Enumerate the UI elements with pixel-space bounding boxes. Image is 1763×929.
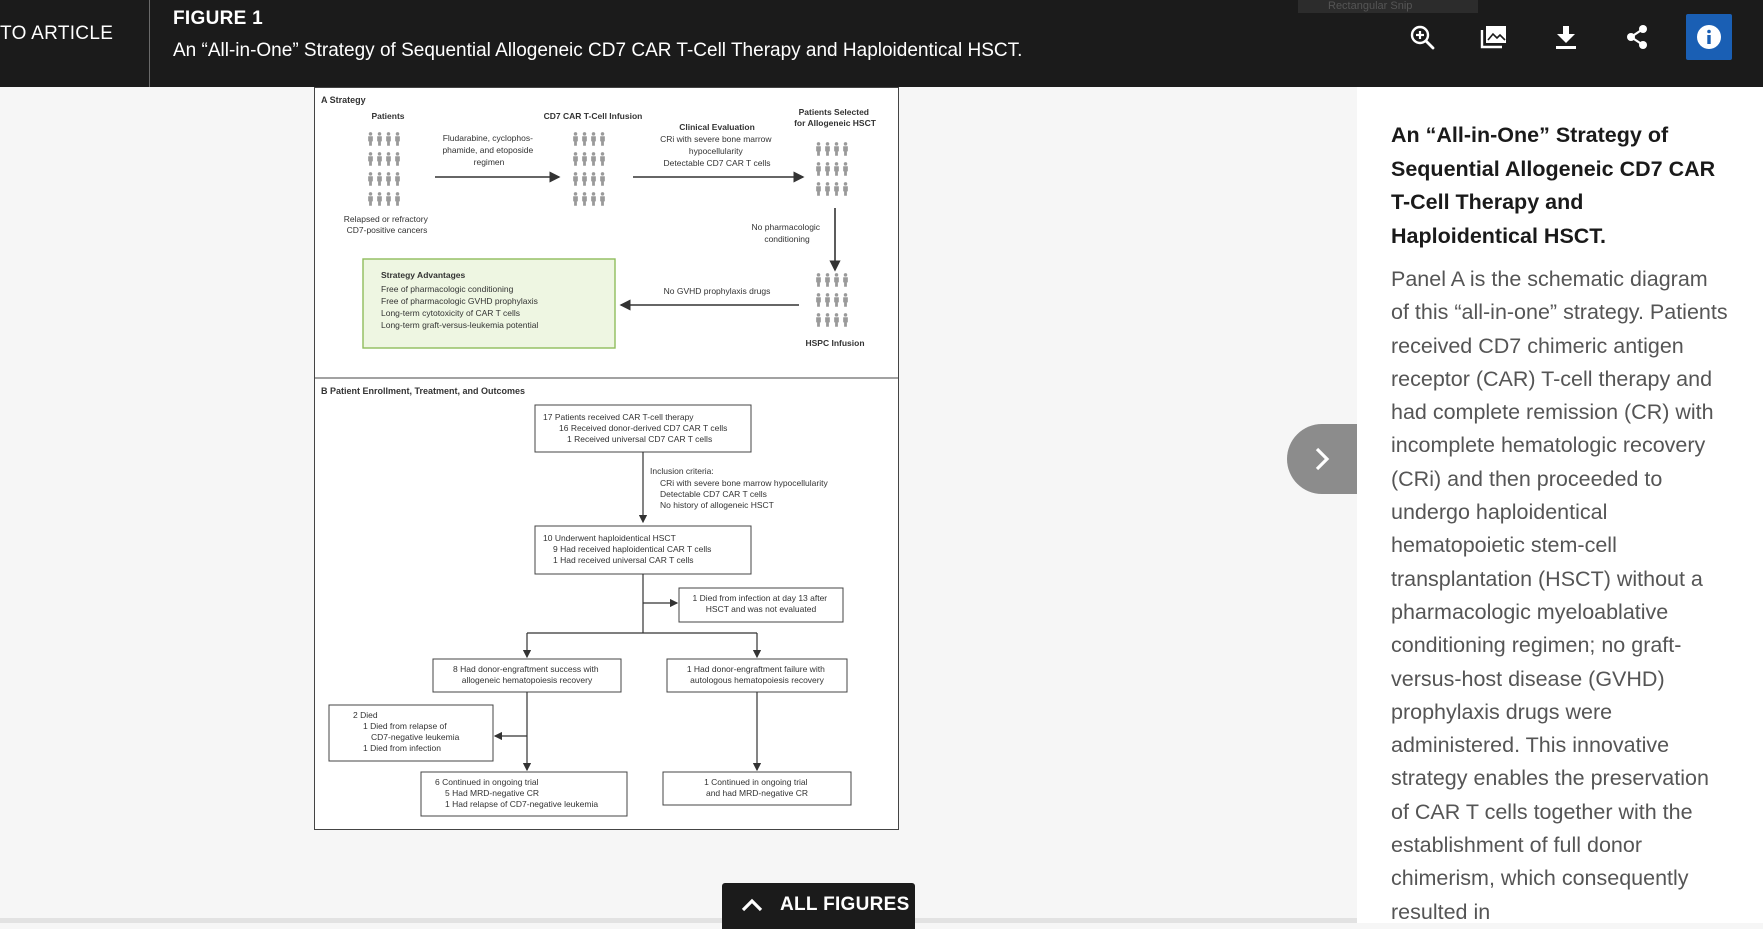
all-figures-label: ALL FIGURES	[780, 894, 910, 915]
regimen-label: Fludarabine, cyclophos- phamide, and eto…	[442, 133, 535, 167]
back-to-article-link[interactable]: TO ARTICLE	[0, 0, 150, 87]
patients-label: Patients	[371, 111, 404, 121]
died-box-text: 1 Died from infection at day 13 after HS…	[692, 593, 829, 614]
hspc-infusion-label: HSPC Infusion	[805, 338, 864, 348]
inclusion-criteria: Inclusion criteria: CRi with severe bone…	[650, 466, 830, 510]
info-button[interactable]	[1686, 14, 1732, 60]
no-gvhd-label: No GVHD prophylaxis drugs	[664, 286, 771, 296]
share-button[interactable]	[1614, 14, 1660, 60]
panel-a-heading: A Strategy	[321, 95, 366, 105]
infused-crowd-icon	[573, 132, 605, 206]
clinical-eval-lines: CRi with severe bone marrow hypocellular…	[660, 134, 774, 168]
figure-info-panel: An “All-in-One” Strategy of Sequential A…	[1357, 87, 1763, 923]
patients-selected-label: Patients Selected for Allogeneic HSCT	[794, 107, 877, 128]
all-figures-button[interactable]: ALL FIGURES	[722, 883, 915, 929]
panel-figure-title: An “All-in-One” Strategy of Sequential A…	[1391, 123, 1716, 248]
figure-viewer-header: TO ARTICLE FIGURE 1 An “All-in-One” Stra…	[0, 0, 1763, 87]
zoom-in-button[interactable]	[1399, 14, 1445, 60]
zoom-in-icon	[1410, 25, 1435, 50]
figure-number: FIGURE 1	[173, 8, 264, 29]
panel-b-heading: B Patient Enrollment, Treatment, and Out…	[321, 386, 525, 396]
collapse-panel-button[interactable]	[1287, 424, 1357, 494]
bottom-edge	[0, 918, 1357, 923]
hspc-crowd-icon	[816, 273, 848, 327]
engraftment-failure-text: 1 Had donor-engraftment failure with aut…	[687, 664, 827, 685]
no-conditioning-label: No pharmacologic conditioning	[752, 222, 823, 244]
continued-one-text: 1 Continued in ongoing trial and had MRD…	[704, 777, 810, 798]
share-icon	[1627, 25, 1647, 49]
download-icon	[1556, 26, 1576, 49]
strategy-advantages-title: Strategy Advantages	[381, 270, 466, 280]
faded-snip-tooltip: Rectangular Snip	[1298, 0, 1478, 13]
clinical-eval-title: Clinical Evaluation	[679, 122, 755, 132]
relapsed-label: Relapsed or refractory CD7-positive canc…	[344, 214, 430, 235]
download-button[interactable]	[1543, 14, 1589, 60]
infusion-label: CD7 CAR T-Cell Infusion	[544, 111, 643, 121]
engraftment-success-text: 8 Had donor-engraftment success with all…	[453, 664, 601, 685]
gallery-icon	[1480, 26, 1506, 49]
chevron-right-icon	[1315, 447, 1330, 471]
chevron-up-icon	[741, 898, 763, 912]
patients-crowd-icon	[368, 132, 400, 206]
gallery-button[interactable]	[1471, 14, 1517, 60]
figure-image: A Strategy Patients Relapsed or refracto…	[314, 87, 899, 830]
figure-title: An “All-in-One” Strategy of Sequential A…	[173, 40, 1023, 61]
panel-figure-description: Panel A is the schematic diagram of this…	[1391, 267, 1728, 923]
info-icon	[1697, 25, 1721, 49]
back-to-article-label: TO ARTICLE	[0, 23, 114, 44]
selected-crowd-icon	[816, 142, 848, 196]
